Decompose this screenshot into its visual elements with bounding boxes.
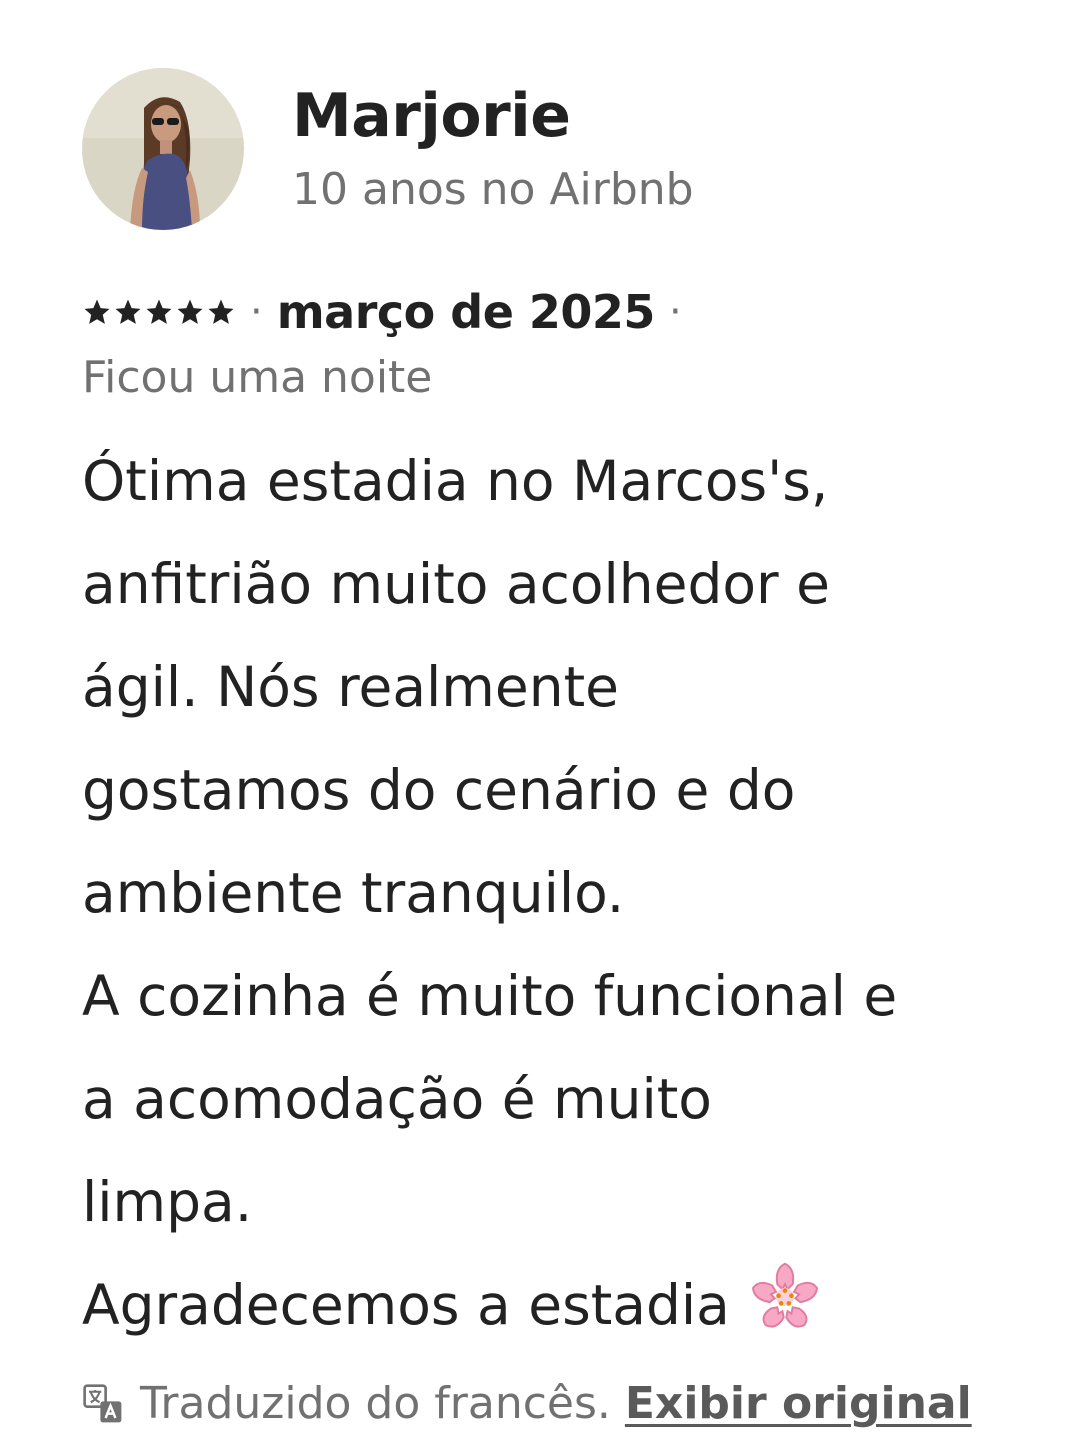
show-original-link[interactable]: Exibir original: [625, 1372, 972, 1436]
star-icon: [113, 297, 143, 327]
review-text: Ótima estadia no Marcos's, anfitrião mui…: [82, 449, 898, 1337]
rating-stars: [82, 297, 236, 327]
reviewer-name[interactable]: Marjorie: [292, 76, 694, 156]
reviewer-tenure: 10 anos no Airbnb: [292, 164, 694, 215]
translation-bar: Traduzido do francês. Exibir original: [82, 1372, 972, 1436]
star-icon: [82, 297, 112, 327]
cherry-blossom-icon: [744, 1256, 826, 1338]
star-icon: [144, 297, 174, 327]
meta-separator: ·: [250, 289, 263, 335]
stay-length: Ficou uma noite: [82, 352, 433, 403]
translate-icon: [82, 1383, 124, 1425]
review-text-block: Ótima estadia no Marcos's, anfitrião mui…: [82, 430, 1022, 1357]
translated-note: Traduzido do francês.: [140, 1378, 611, 1429]
star-icon: [206, 297, 236, 327]
avatar-photo: [82, 68, 244, 230]
review-card: Marjorie 10 anos no Airbnb · março de 20…: [82, 68, 1042, 1357]
star-icon: [175, 297, 205, 327]
reviewer-avatar[interactable]: [82, 68, 244, 230]
review-date: março de 2025: [276, 285, 656, 339]
review-header: Marjorie 10 anos no Airbnb: [82, 68, 1042, 230]
meta-separator: ·: [668, 289, 682, 335]
review-meta: · março de 2025 ·: [82, 282, 1042, 342]
reviewer-identity: Marjorie 10 anos no Airbnb: [292, 68, 694, 222]
